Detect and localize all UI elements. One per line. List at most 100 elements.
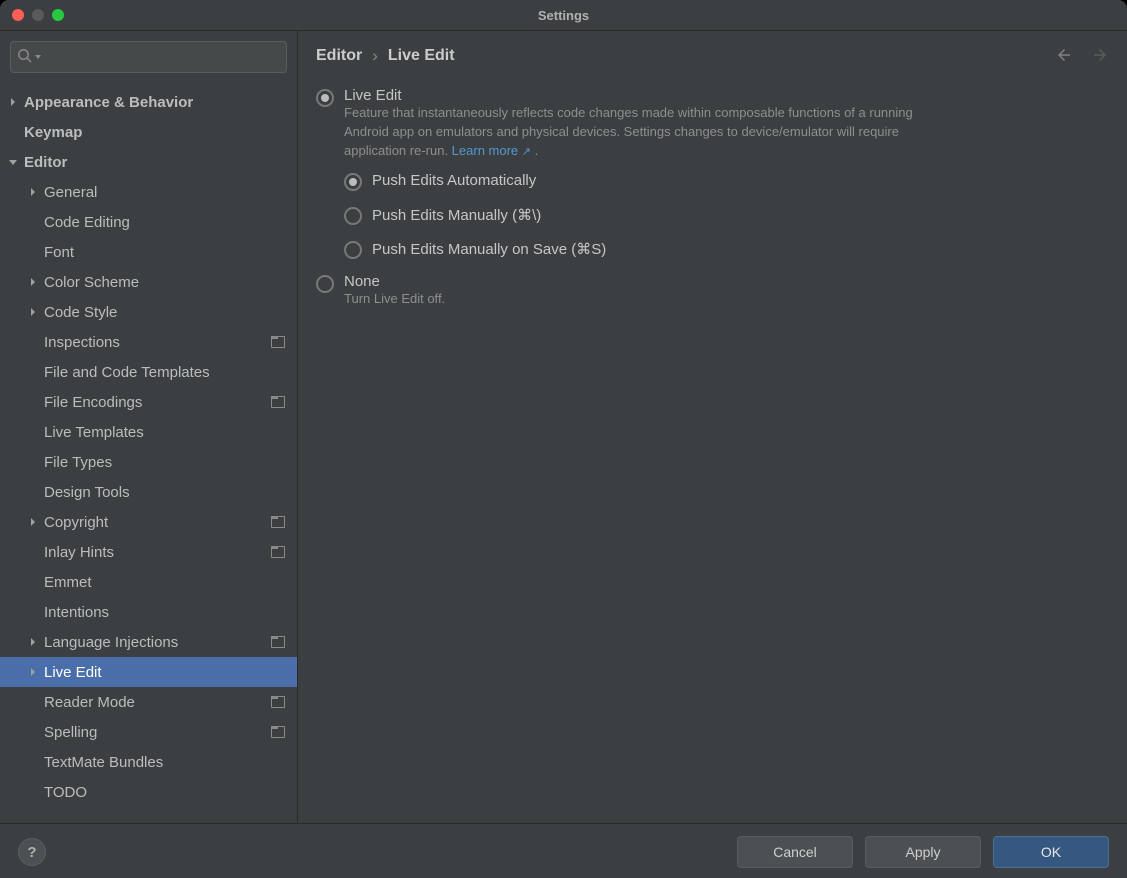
chevron-icon xyxy=(26,277,40,287)
tree-item-label: Live Edit xyxy=(44,664,102,681)
radio-icon xyxy=(316,89,334,107)
tree-item-code-style[interactable]: Code Style xyxy=(0,297,297,327)
tree-item-label: Language Injections xyxy=(44,634,178,651)
tree-item-reader-mode[interactable]: Reader Mode xyxy=(0,687,297,717)
tree-item-todo[interactable]: TODO xyxy=(0,777,297,807)
main-header: Editor › Live Edit xyxy=(298,31,1127,81)
radio-icon xyxy=(344,207,362,225)
footer: ? Cancel Apply OK xyxy=(0,823,1127,878)
chevron-icon xyxy=(6,157,20,167)
chevron-icon xyxy=(26,517,40,527)
tree-item-label: Inspections xyxy=(44,334,120,351)
option-label: Push Edits Manually on Save (⌘S) xyxy=(372,240,606,258)
tree-item-spelling[interactable]: Spelling xyxy=(0,717,297,747)
tree-item-label: Keymap xyxy=(24,124,82,141)
tree-item-live-templates[interactable]: Live Templates xyxy=(0,417,297,447)
minimize-window-button[interactable] xyxy=(32,9,44,21)
push-edits-options: Push Edits Automatically Push Edits Manua… xyxy=(344,171,1109,259)
tree-item-live-edit[interactable]: Live Edit xyxy=(0,657,297,687)
search-box[interactable] xyxy=(10,41,287,73)
option-push-edits-1[interactable]: Push Edits Manually (⌘\) xyxy=(344,205,1109,225)
settings-window: Settings Appearance & Behavior Keymap Edit… xyxy=(0,0,1127,878)
tree-item-label: Code Style xyxy=(44,304,117,321)
breadcrumb-separator: › xyxy=(372,46,378,66)
search-input[interactable] xyxy=(41,49,280,66)
option-none-desc: Turn Live Edit off. xyxy=(344,290,445,309)
tree-item-appearance-behavior[interactable]: Appearance & Behavior xyxy=(0,87,297,117)
tree-item-label: Inlay Hints xyxy=(44,544,114,561)
tree-item-label: Font xyxy=(44,244,74,261)
radio-icon xyxy=(344,173,362,191)
radio-icon xyxy=(316,275,334,293)
zoom-window-button[interactable] xyxy=(52,9,64,21)
tree-item-design-tools[interactable]: Design Tools xyxy=(0,477,297,507)
settings-tree[interactable]: Appearance & Behavior Keymap Editor General… xyxy=(0,83,297,823)
window-controls xyxy=(0,9,64,21)
content: Live Edit Feature that instantaneously r… xyxy=(298,81,1127,823)
option-push-edits-0[interactable]: Push Edits Automatically xyxy=(344,171,1109,191)
breadcrumb-part-editor[interactable]: Editor xyxy=(316,47,362,65)
option-live-edit-desc: Feature that instantaneously reflects co… xyxy=(344,104,924,161)
tree-item-label: Live Templates xyxy=(44,424,144,441)
close-window-button[interactable] xyxy=(12,9,24,21)
tree-item-file-and-code-templates[interactable]: File and Code Templates xyxy=(0,357,297,387)
option-live-edit-label: Live Edit xyxy=(344,87,924,104)
cancel-button[interactable]: Cancel xyxy=(737,836,853,868)
tree-item-code-editing[interactable]: Code Editing xyxy=(0,207,297,237)
tree-item-label: Spelling xyxy=(44,724,97,741)
tree-item-keymap[interactable]: Keymap xyxy=(0,117,297,147)
project-scope-icon xyxy=(271,546,285,558)
chevron-icon xyxy=(6,97,20,107)
tree-item-copyright[interactable]: Copyright xyxy=(0,507,297,537)
option-none[interactable]: None Turn Live Edit off. xyxy=(316,273,1109,309)
tree-item-file-encodings[interactable]: File Encodings xyxy=(0,387,297,417)
titlebar: Settings xyxy=(0,0,1127,31)
search-icon xyxy=(17,48,33,67)
project-scope-icon xyxy=(271,696,285,708)
tree-item-label: Code Editing xyxy=(44,214,130,231)
project-scope-icon xyxy=(271,396,285,408)
option-label: Push Edits Manually (⌘\) xyxy=(372,206,541,224)
tree-item-inspections[interactable]: Inspections xyxy=(0,327,297,357)
learn-more-link[interactable]: Learn more ↗ xyxy=(452,143,531,158)
tree-item-intentions[interactable]: Intentions xyxy=(0,597,297,627)
tree-item-label: File and Code Templates xyxy=(44,364,210,381)
main-panel: Editor › Live Edit xyxy=(298,31,1127,823)
tree-item-font[interactable]: Font xyxy=(0,237,297,267)
body: Appearance & Behavior Keymap Editor General… xyxy=(0,31,1127,823)
project-scope-icon xyxy=(271,636,285,648)
apply-button[interactable]: Apply xyxy=(865,836,981,868)
nav-back-button[interactable] xyxy=(1055,46,1073,67)
tree-item-label: Reader Mode xyxy=(44,694,135,711)
radio-icon xyxy=(344,241,362,259)
tree-item-label: General xyxy=(44,184,97,201)
option-push-edits-2[interactable]: Push Edits Manually on Save (⌘S) xyxy=(344,239,1109,259)
project-scope-icon xyxy=(271,336,285,348)
chevron-icon xyxy=(26,187,40,197)
tree-item-textmate-bundles[interactable]: TextMate Bundles xyxy=(0,747,297,777)
tree-item-general[interactable]: General xyxy=(0,177,297,207)
option-label: Push Edits Automatically xyxy=(372,172,536,189)
ok-button[interactable]: OK xyxy=(993,836,1109,868)
tree-item-file-types[interactable]: File Types xyxy=(0,447,297,477)
search-wrap xyxy=(0,31,297,83)
tree-item-color-scheme[interactable]: Color Scheme xyxy=(0,267,297,297)
tree-item-label: File Encodings xyxy=(44,394,142,411)
tree-item-label: Design Tools xyxy=(44,484,130,501)
option-live-edit[interactable]: Live Edit Feature that instantaneously r… xyxy=(316,87,1109,161)
breadcrumb: Editor › Live Edit xyxy=(316,46,1055,66)
help-button[interactable]: ? xyxy=(18,838,46,866)
tree-item-editor[interactable]: Editor xyxy=(0,147,297,177)
project-scope-icon xyxy=(271,516,285,528)
tree-item-label: File Types xyxy=(44,454,112,471)
external-link-icon: ↗ xyxy=(522,146,531,158)
window-title: Settings xyxy=(0,8,1127,23)
tree-item-language-injections[interactable]: Language Injections xyxy=(0,627,297,657)
breadcrumb-part-live-edit: Live Edit xyxy=(388,47,455,65)
chevron-icon xyxy=(26,667,40,677)
tree-item-emmet[interactable]: Emmet xyxy=(0,567,297,597)
project-scope-icon xyxy=(271,726,285,738)
tree-item-inlay-hints[interactable]: Inlay Hints xyxy=(0,537,297,567)
nav-forward-button xyxy=(1091,46,1109,67)
desc-text: Feature that instantaneously reflects co… xyxy=(344,105,913,158)
